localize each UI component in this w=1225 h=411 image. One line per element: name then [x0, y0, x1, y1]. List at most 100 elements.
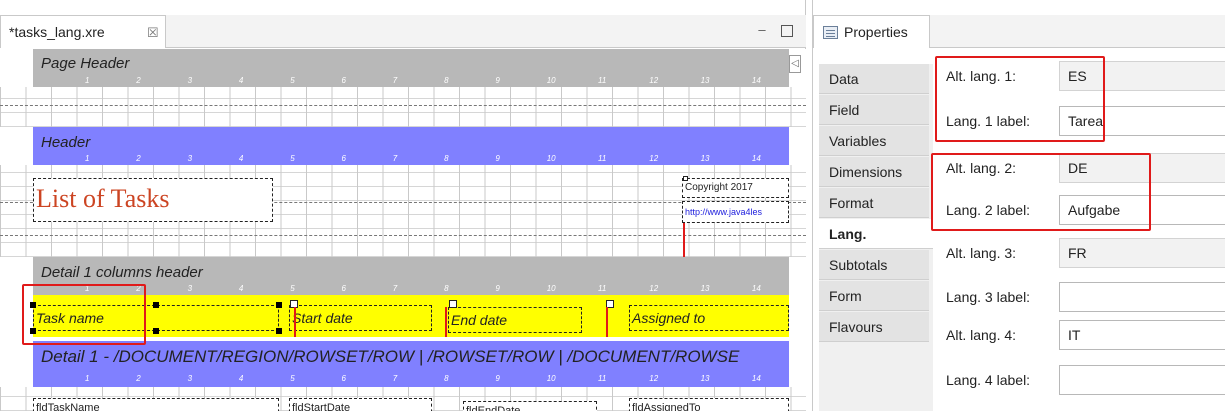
selection-handle[interactable]: [276, 302, 282, 308]
ruler-label: 8: [444, 374, 449, 383]
selection-handle[interactable]: [153, 302, 159, 308]
band-detail[interactable]: Detail 1 - /DOCUMENT/REGION/ROWSET/ROW |…: [33, 341, 789, 387]
ruler-label: 13: [700, 284, 710, 293]
field-start-date[interactable]: fldStartDate: [289, 398, 432, 411]
ruler-label: 8: [444, 154, 449, 163]
copyright-field[interactable]: Copyright 2017: [682, 178, 789, 198]
field-input[interactable]: FR: [1059, 238, 1225, 268]
ruler-label: 7: [392, 374, 398, 383]
ruler-label: 4: [238, 154, 244, 163]
ruler-label: 6: [341, 154, 346, 163]
band-page-header[interactable]: Page Header 1 2 3 4 5 6 7 8 9 10 11 12 13 14: [33, 49, 789, 87]
band-detail-columns-header[interactable]: Detail 1 columns header 1 2 3 4 5 6 7 8 9 10 11 12 1…: [33, 257, 789, 295]
column-assigned-to[interactable]: Assigned to: [629, 305, 789, 331]
ruler-label: 4: [238, 76, 244, 85]
guide-line: [0, 105, 806, 106]
field-input[interactable]: [1059, 365, 1225, 395]
ruler-label: 10: [546, 374, 556, 383]
guide-line-red: [294, 307, 296, 337]
ruler-label: 5: [290, 284, 295, 293]
properties-tab-title: Properties: [844, 24, 908, 40]
field-end-date[interactable]: fldEndDate: [463, 401, 597, 411]
category-list: Data Field Variables Dimensions Format Lang. S…: [819, 64, 933, 411]
ruler-label: 11: [598, 284, 607, 293]
column-start-date[interactable]: Start date: [289, 305, 432, 331]
ruler-label: 4: [238, 374, 244, 383]
category-variables[interactable]: Variables: [819, 126, 929, 156]
selection-handle[interactable]: [153, 328, 159, 334]
properties-tab[interactable]: Properties: [813, 15, 930, 48]
ruler-label: 1: [85, 154, 90, 163]
minimize-icon[interactable]: ‒: [755, 23, 769, 37]
resize-handle[interactable]: [683, 176, 688, 181]
ruler-label: 5: [290, 374, 295, 383]
band-title-detail: Detail 1 - /DOCUMENT/REGION/ROWSET/ROW |…: [41, 347, 740, 366]
ruler-label: 5: [290, 154, 295, 163]
ruler-label: 1: [85, 76, 90, 85]
ruler: 1 2 3 4 5 6 7 8 9 10 11 12 13 14: [33, 374, 789, 386]
category-format[interactable]: Format: [819, 188, 929, 218]
properties-tabbar: Properties: [813, 15, 1225, 48]
field-label: Lang. 3 label:: [946, 289, 1031, 305]
guide-line-red: [683, 223, 685, 257]
ruler-label: 6: [341, 284, 346, 293]
category-field[interactable]: Field: [819, 95, 929, 125]
ruler-label: 10: [546, 154, 556, 163]
ruler-label: 12: [649, 76, 659, 85]
ruler-label: 9: [495, 284, 500, 293]
ruler-label: 2: [136, 76, 141, 85]
highlight-task-name: [22, 284, 146, 345]
field-assigned-to[interactable]: fldAssignedTo: [629, 398, 789, 411]
resize-handle[interactable]: [449, 300, 457, 308]
category-flavours[interactable]: Flavours: [819, 312, 929, 342]
ruler-label: 10: [546, 284, 556, 293]
ruler-label: 4: [238, 284, 244, 293]
field-task-name[interactable]: fldTaskName: [33, 398, 279, 411]
guide-line-red: [445, 307, 447, 337]
editor-tab-title: *tasks_lang.xre: [9, 24, 105, 40]
field-input[interactable]: IT: [1059, 320, 1225, 350]
ruler-label: 14: [751, 374, 761, 383]
properties-view: Properties Data Field Variables Dimensions F…: [812, 0, 1225, 411]
report-canvas[interactable]: Page Header 1 2 3 4 5 6 7 8 9 10 11 12 13 14 ◁ Header…: [0, 49, 806, 411]
ruler-label: 9: [495, 374, 500, 383]
highlight-lang-1: [935, 56, 1105, 142]
collapse-icon[interactable]: ◁: [789, 55, 801, 73]
ruler-label: 3: [187, 284, 193, 293]
ruler-label: 2: [136, 374, 141, 383]
highlight-lang-2: [931, 153, 1151, 231]
ruler-label: 2: [136, 154, 141, 163]
editor-tab[interactable]: *tasks_lang.xre ☒: [0, 15, 166, 48]
maximize-icon[interactable]: [781, 25, 793, 37]
ruler-label: 8: [444, 284, 449, 293]
category-form[interactable]: Form: [819, 281, 929, 311]
ruler-label: 13: [700, 374, 710, 383]
ruler-label: 3: [187, 374, 193, 383]
ruler-label: 8: [444, 76, 449, 85]
category-data[interactable]: Data: [819, 64, 929, 94]
url-field[interactable]: http://www.java4les: [682, 201, 789, 223]
band-header[interactable]: Header 1 2 3 4 5 6 7 8 9 10 11 12 13 14: [33, 127, 789, 165]
ruler-label: 10: [546, 76, 556, 85]
field-label: Lang. 4 label:: [946, 372, 1031, 388]
category-subtotals[interactable]: Subtotals: [819, 250, 929, 280]
column-end-date[interactable]: End date: [448, 307, 582, 333]
close-icon[interactable]: ☒: [147, 16, 159, 49]
ruler-label: 9: [495, 154, 500, 163]
ruler-label: 13: [700, 154, 710, 163]
ruler-label: 11: [598, 374, 607, 383]
selection-handle[interactable]: [276, 328, 282, 334]
ruler-label: 11: [598, 76, 607, 85]
ruler-label: 5: [290, 76, 295, 85]
guide-line-red: [606, 307, 608, 337]
title-field[interactable]: List of Tasks: [33, 178, 273, 222]
ruler-label: 12: [649, 154, 659, 163]
page-header-grid: [0, 87, 806, 127]
field-input[interactable]: [1059, 282, 1225, 312]
field-label: Alt. lang. 3:: [946, 245, 1017, 261]
ruler-label: 9: [495, 76, 500, 85]
ruler-label: 14: [751, 76, 761, 85]
category-dimensions[interactable]: Dimensions: [819, 157, 929, 187]
report-editor: *tasks_lang.xre ☒ ‒ Page Header 12345678…: [0, 0, 806, 411]
category-lang[interactable]: Lang.: [819, 219, 933, 249]
